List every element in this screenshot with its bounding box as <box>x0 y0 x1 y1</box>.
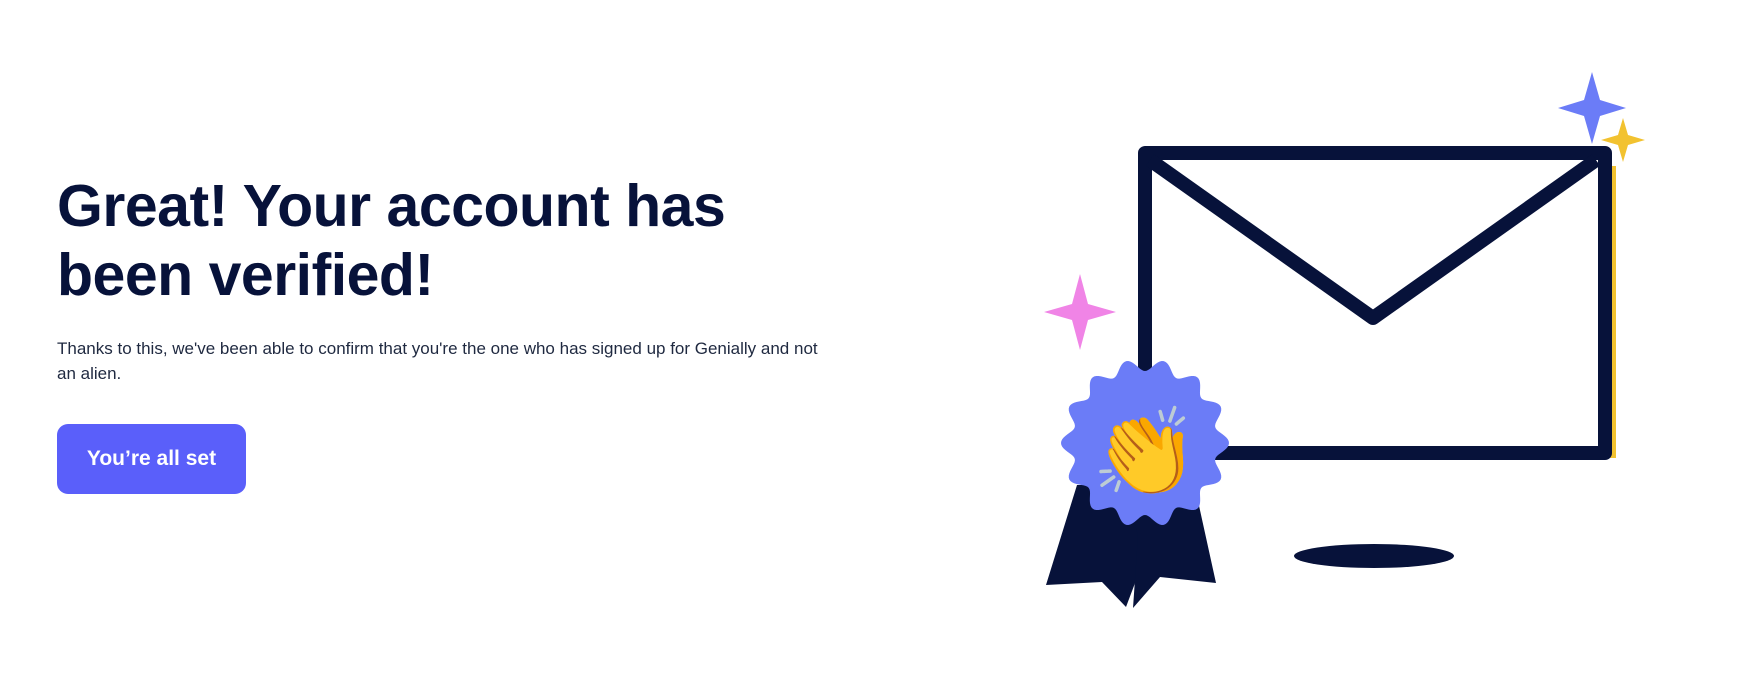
sparkle-icon <box>1558 72 1626 144</box>
youre-all-set-button[interactable]: You’re all set <box>57 424 246 494</box>
verified-illustration <box>1040 60 1680 640</box>
page-description: Thanks to this, we've been able to confi… <box>57 339 818 383</box>
verification-content: Great! Your account has been verified! T… <box>57 172 837 386</box>
page-title: Great! Your account has been verified! <box>57 173 726 308</box>
shadow-ellipse <box>1294 544 1454 568</box>
sparkle-icon <box>1044 274 1116 350</box>
clapping-hands-icon: 👏 <box>1091 403 1199 503</box>
